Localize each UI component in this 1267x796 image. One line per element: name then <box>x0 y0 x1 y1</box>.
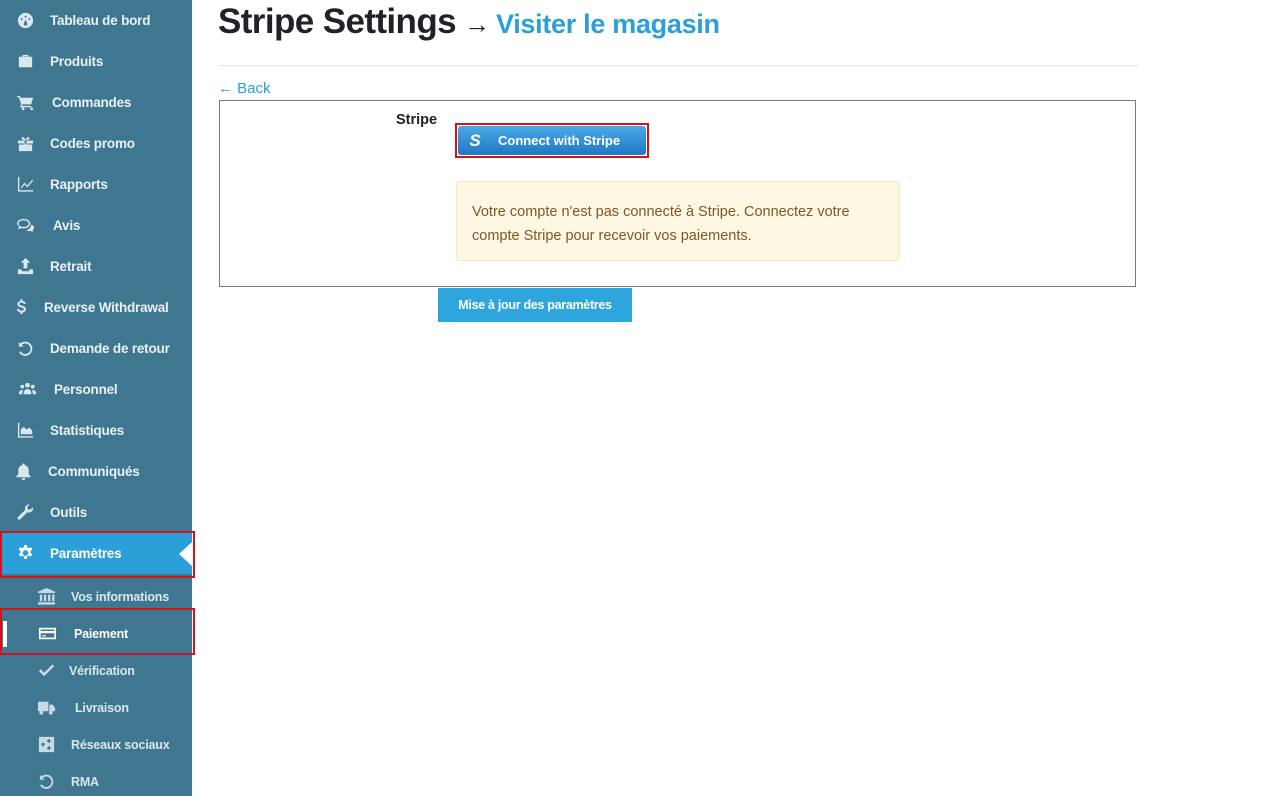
sidebar-subitem-shipping[interactable]: Livraison <box>0 689 192 726</box>
sidebar-item-label: Outils <box>50 505 88 520</box>
sidebar-item-staff[interactable]: Personnel <box>0 369 192 410</box>
truck-icon <box>35 697 57 719</box>
sidebar: Tableau de bord Produits Commandes Codes… <box>0 0 192 796</box>
stripe-logo-icon: S <box>469 130 481 150</box>
users-icon <box>16 379 38 401</box>
sidebar-item-orders[interactable]: Commandes <box>0 82 192 123</box>
sidebar-subitem-social[interactable]: Réseaux sociaux <box>0 726 192 763</box>
sidebar-item-label: Commandes <box>52 95 132 110</box>
sidebar-subitem-verification[interactable]: Vérification <box>0 652 192 689</box>
connect-stripe-label: Connect with Stripe <box>498 133 621 148</box>
dollar-icon <box>10 297 32 319</box>
bank-icon <box>35 586 57 608</box>
active-indicator <box>179 541 192 566</box>
sidebar-item-label: Paramètres <box>50 546 122 561</box>
sidebar-subitem-label: RMA <box>71 774 99 789</box>
gift-icon <box>14 133 36 155</box>
sidebar-item-announcements[interactable]: Communiqués <box>0 451 192 492</box>
dashboard-icon <box>14 10 36 32</box>
sidebar-subitem-label: Livraison <box>75 700 129 715</box>
sidebar-subitem-store-info[interactable]: Vos informations <box>0 578 192 615</box>
sidebar-item-reviews[interactable]: Avis <box>0 205 192 246</box>
gear-icon <box>14 543 36 565</box>
page-title: Stripe Settings <box>218 2 457 41</box>
stripe-not-connected-notice: Votre compte n'est pas connecté à Stripe… <box>456 181 900 261</box>
sidebar-subitem-payment[interactable]: Paiement <box>0 615 192 652</box>
sidebar-subitem-label: Vos informations <box>71 589 169 604</box>
comments-icon <box>14 215 36 237</box>
sidebar-item-label: Communiqués <box>48 464 140 479</box>
sidebar-item-label: Tableau de bord <box>50 13 151 28</box>
sidebar-subitem-label: Réseaux sociaux <box>71 737 170 752</box>
sidebar-item-label: Statistiques <box>50 423 125 438</box>
sidebar-item-tools[interactable]: Outils <box>0 492 192 533</box>
undo-icon <box>14 338 36 360</box>
sidebar-item-label: Produits <box>50 54 104 69</box>
line-chart-icon <box>14 174 36 196</box>
visit-store-link[interactable]: Visiter le magasin <box>496 9 720 40</box>
sidebar-item-label: Personnel <box>54 382 118 397</box>
area-chart-icon <box>14 420 36 442</box>
sidebar-item-withdraw[interactable]: Retrait <box>0 246 192 287</box>
credit-card-icon <box>36 623 58 645</box>
sidebar-subitem-rma[interactable]: RMA <box>0 763 192 796</box>
upload-icon <box>14 256 36 278</box>
sidebar-item-reports[interactable]: Rapports <box>0 164 192 205</box>
briefcase-icon <box>14 51 36 73</box>
sidebar-subitem-label: Vérification <box>69 663 135 678</box>
wrench-icon <box>14 502 36 524</box>
sidebar-item-label: Retrait <box>50 259 92 274</box>
page-header: Stripe Settings → Visiter le magasin <box>218 2 720 50</box>
check-icon <box>35 660 57 682</box>
sidebar-item-return-request[interactable]: Demande de retour <box>0 328 192 369</box>
sidebar-item-label: Codes promo <box>50 136 135 151</box>
connect-stripe-button[interactable]: S Connect with Stripe <box>458 126 646 155</box>
sidebar-item-settings[interactable]: Paramètres <box>0 533 192 574</box>
stripe-field-label: Stripe <box>396 112 438 128</box>
header-divider <box>218 65 1139 66</box>
sidebar-item-statistics[interactable]: Statistiques <box>0 410 192 451</box>
update-settings-button[interactable]: Mise à jour des paramètres <box>438 288 632 322</box>
sidebar-item-label: Rapports <box>50 177 108 192</box>
bell-icon <box>12 461 34 483</box>
cart-icon <box>14 92 36 114</box>
sidebar-item-dashboard[interactable]: Tableau de bord <box>0 0 192 41</box>
undo-icon <box>35 771 57 793</box>
title-arrow: → <box>463 9 490 39</box>
sidebar-item-reverse-withdrawal[interactable]: Reverse Withdrawal <box>0 287 192 328</box>
sidebar-item-label: Avis <box>53 218 81 233</box>
sidebar-item-label: Reverse Withdrawal <box>44 300 169 315</box>
sidebar-item-coupons[interactable]: Codes promo <box>0 123 192 164</box>
sidebar-item-label: Demande de retour <box>50 341 170 356</box>
back-link[interactable]: ← Back <box>218 80 271 97</box>
share-icon <box>35 734 57 756</box>
sidebar-item-products[interactable]: Produits <box>0 41 192 82</box>
sidebar-subitem-label: Paiement <box>74 626 128 641</box>
